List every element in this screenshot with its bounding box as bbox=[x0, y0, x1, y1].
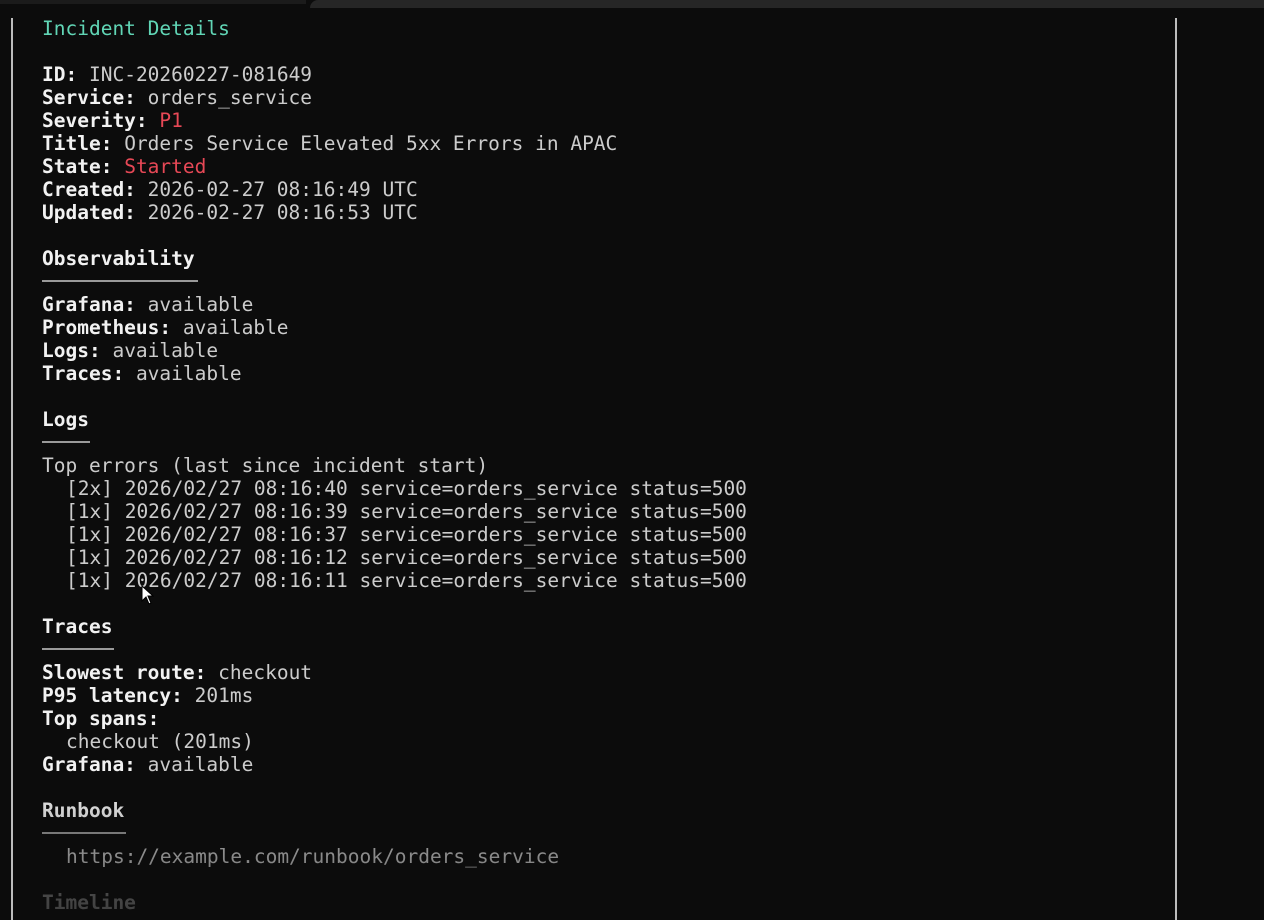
title-value: Orders Service Elevated 5xx Errors in AP… bbox=[124, 132, 618, 155]
p95-latency-row: P95 latency: 201ms bbox=[42, 684, 1162, 707]
log-entry: [1x] 2026/02/27 08:16:12 service=orders_… bbox=[66, 546, 747, 569]
incident-updated-row: Updated: 2026-02-27 08:16:53 UTC bbox=[42, 201, 1162, 224]
created-label: Created: bbox=[42, 178, 136, 201]
logs-subheading: Top errors (last since incident start) bbox=[42, 454, 489, 477]
observability-label: Logs: bbox=[42, 339, 101, 362]
incident-service-row: Service: orders_service bbox=[42, 86, 1162, 109]
tab-strip-left bbox=[0, 0, 306, 4]
observability-value: available bbox=[182, 316, 289, 339]
service-value: orders_service bbox=[147, 86, 313, 109]
observability-label: Prometheus: bbox=[42, 316, 172, 339]
observability-underline bbox=[42, 270, 1162, 293]
observability-item: Logs: available bbox=[42, 339, 1162, 362]
runbook-link[interactable]: https://example.com/runbook/orders_servi… bbox=[42, 845, 1162, 868]
updated-label: Updated: bbox=[42, 201, 136, 224]
log-entry: [2x] 2026/02/27 08:16:40 service=orders_… bbox=[66, 477, 747, 500]
state-value: Started bbox=[124, 155, 207, 178]
updated-value: 2026-02-27 08:16:53 UTC bbox=[147, 201, 418, 224]
traces-grafana-label: Grafana: bbox=[42, 753, 136, 776]
observability-label: Traces: bbox=[42, 362, 125, 385]
top-span-item: checkout (201ms) bbox=[66, 730, 254, 753]
incident-state-row: State: Started bbox=[42, 155, 1162, 178]
state-label: State: bbox=[42, 155, 113, 178]
observability-value: available bbox=[147, 293, 254, 316]
incident-title-row: Title: Orders Service Elevated 5xx Error… bbox=[42, 132, 1162, 155]
id-label: ID: bbox=[42, 63, 78, 86]
tab-strip-right bbox=[310, 0, 1264, 8]
observability-value: available bbox=[112, 339, 219, 362]
runbook-underline bbox=[42, 822, 1162, 845]
slowest-route-value: checkout bbox=[218, 661, 313, 684]
mouse-pointer-icon bbox=[141, 585, 155, 605]
slowest-route-label: Slowest route: bbox=[42, 661, 207, 684]
panel-border-right bbox=[1175, 18, 1177, 920]
title-label: Title: bbox=[42, 132, 113, 155]
traces-heading-row: Traces bbox=[42, 615, 1162, 638]
logs-heading-row: Logs bbox=[42, 408, 1162, 431]
traces-heading: Traces bbox=[42, 615, 113, 638]
created-value: 2026-02-27 08:16:49 UTC bbox=[147, 178, 418, 201]
id-value: INC-20260227-081649 bbox=[88, 63, 313, 86]
severity-label: Severity: bbox=[42, 109, 148, 132]
timeline-heading: Timeline bbox=[42, 891, 136, 914]
runbook-heading: Runbook bbox=[42, 799, 125, 822]
log-entry: [1x] 2026/02/27 08:16:11 service=orders_… bbox=[66, 569, 747, 592]
incident-id-row: ID: INC-20260227-081649 bbox=[42, 63, 1162, 86]
logs-heading: Logs bbox=[42, 408, 89, 431]
panel-border-left bbox=[11, 18, 13, 920]
log-entry: [1x] 2026/02/27 08:16:37 service=orders_… bbox=[66, 523, 747, 546]
incident-created-row: Created: 2026-02-27 08:16:49 UTC bbox=[42, 178, 1162, 201]
incident-severity-row: Severity: P1 bbox=[42, 109, 1162, 132]
observability-item: Prometheus: available bbox=[42, 316, 1162, 339]
observability-heading: Observability bbox=[42, 247, 195, 270]
timeline-heading-row: Timeline bbox=[42, 891, 1162, 914]
incident-details-panel: Incident Details ID: INC-20260227-081649… bbox=[42, 17, 1162, 914]
p95-latency-value: 201ms bbox=[194, 684, 254, 707]
terminal-tab-bar bbox=[0, 0, 1264, 8]
p95-latency-label: P95 latency: bbox=[42, 684, 183, 707]
traces-grafana-row: Grafana: available bbox=[42, 753, 1162, 776]
observability-label: Grafana: bbox=[42, 293, 136, 316]
observability-item: Traces: available bbox=[42, 362, 1162, 385]
slowest-route-row: Slowest route: checkout bbox=[42, 661, 1162, 684]
severity-value: P1 bbox=[159, 109, 183, 132]
top-spans-label: Top spans: bbox=[42, 707, 160, 730]
traces-underline bbox=[42, 638, 1162, 661]
service-label: Service: bbox=[42, 86, 136, 109]
panel-title: Incident Details bbox=[42, 17, 230, 40]
runbook-heading-row: Runbook bbox=[42, 799, 1162, 822]
logs-underline bbox=[42, 431, 1162, 454]
observability-value: available bbox=[135, 362, 242, 385]
traces-grafana-value: available bbox=[147, 753, 254, 776]
observability-item: Grafana: available bbox=[42, 293, 1162, 316]
top-spans-row: Top spans: bbox=[42, 707, 1162, 730]
log-entry: [1x] 2026/02/27 08:16:39 service=orders_… bbox=[66, 500, 747, 523]
observability-heading-row: Observability bbox=[42, 247, 1162, 270]
